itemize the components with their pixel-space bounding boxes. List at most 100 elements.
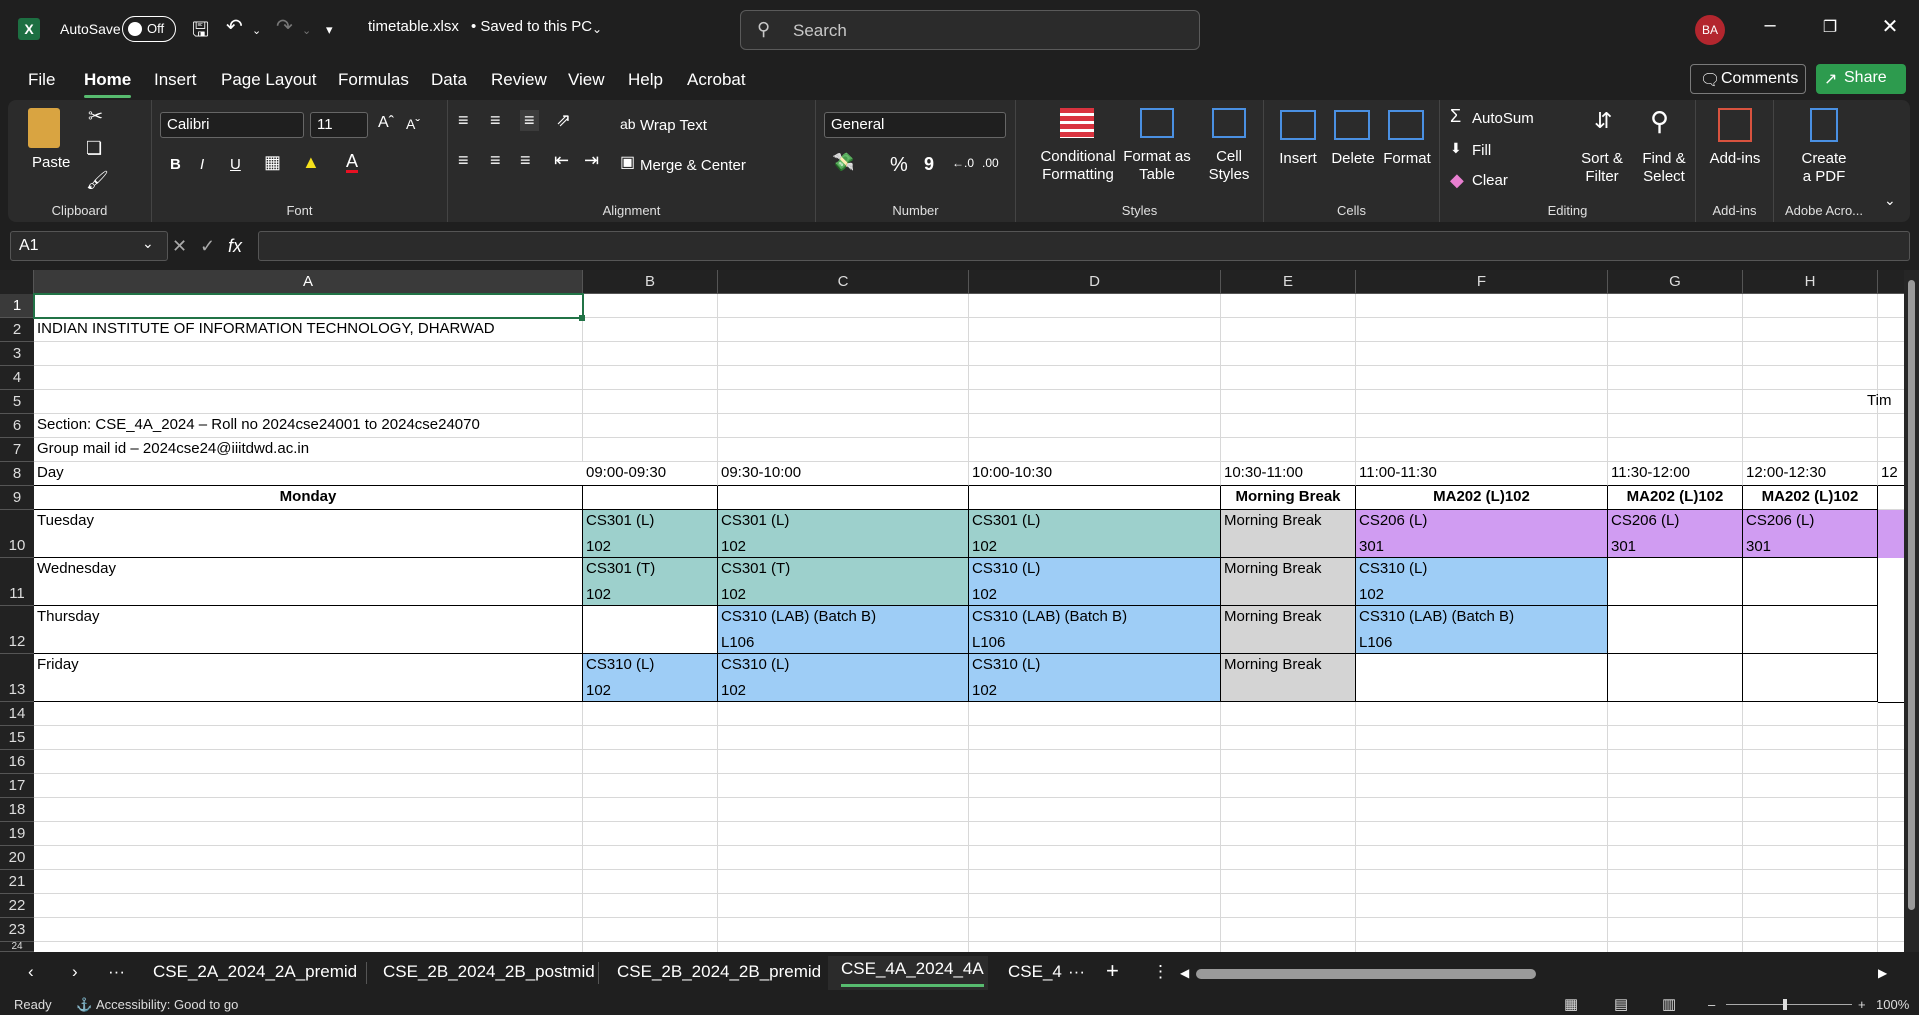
find-select-button[interactable]: Find & <box>1634 150 1694 167</box>
copy-icon[interactable]: ❏ <box>86 138 102 159</box>
cell-f12[interactable]: CS310 (LAB) (Batch B) L106 <box>1356 606 1608 654</box>
align-bottom-icon[interactable]: ≡ <box>520 110 539 131</box>
row-header-8[interactable]: 8 <box>0 462 34 486</box>
tab-more-icon[interactable]: ··· <box>108 962 125 982</box>
menu-data[interactable]: Data <box>431 70 467 90</box>
cell-f8[interactable]: 11:00-11:30 <box>1356 462 1608 486</box>
hscroll-right-icon[interactable]: ▶ <box>1878 966 1887 980</box>
create-pdf-button[interactable]: Create <box>1774 150 1874 167</box>
row-header-16[interactable]: 16 <box>0 750 34 774</box>
cell-b10[interactable]: CS301 (L) 102 <box>583 510 718 558</box>
font-color-icon[interactable]: A <box>346 152 359 173</box>
column-header-c[interactable]: C <box>718 270 969 294</box>
menu-formulas[interactable]: Formulas <box>338 70 409 90</box>
cell-b12[interactable] <box>583 606 718 654</box>
bold-button[interactable]: B <box>170 156 181 173</box>
tab-prev-icon[interactable]: ‹ <box>28 962 34 982</box>
paste-button[interactable]: Paste <box>32 154 70 171</box>
cell-e9[interactable]: Morning Break <box>1221 486 1356 510</box>
chevron-down-icon[interactable]: ⌄ <box>592 22 602 36</box>
accounting-icon[interactable]: 💸 <box>832 152 854 173</box>
row-header-18[interactable]: 18 <box>0 798 34 822</box>
underline-button[interactable]: U <box>230 156 241 173</box>
row-header-10[interactable]: 10 <box>0 510 34 558</box>
select-all-corner[interactable] <box>0 270 34 294</box>
row-header-9[interactable]: 9 <box>0 486 34 510</box>
format-as-table-button[interactable]: Format as <box>1120 148 1194 165</box>
menu-view[interactable]: View <box>568 70 605 90</box>
cell-h13[interactable] <box>1743 654 1878 702</box>
borders-icon[interactable]: ▦ <box>264 152 281 173</box>
cell-d8[interactable]: 10:00-10:30 <box>969 462 1221 486</box>
cell-f9[interactable]: MA202 (L)102 <box>1356 486 1608 510</box>
cell-f13[interactable] <box>1356 654 1608 702</box>
number-format-select[interactable]: General <box>824 112 1006 138</box>
minimize-icon[interactable]: – <box>1750 14 1790 37</box>
cell-g10[interactable]: CS206 (L) 301 <box>1608 510 1743 558</box>
menu-page-layout[interactable]: Page Layout <box>221 70 316 90</box>
fill-button[interactable]: Fill <box>1472 142 1491 159</box>
save-icon[interactable]: 🖫 <box>192 15 209 49</box>
increase-decimal-icon[interactable]: ←.0 <box>952 156 974 170</box>
row-header-5[interactable]: 5 <box>0 390 34 414</box>
share-button[interactable]: ↗ Share <box>1816 64 1906 94</box>
zoom-level[interactable]: 100% <box>1876 997 1909 1012</box>
cell-i10[interactable] <box>1878 510 1904 558</box>
cell-a7[interactable]: Group mail id – 2024cse24@iiitdwd.ac.in <box>34 438 583 462</box>
autosave-toggle[interactable]: Off <box>122 16 176 42</box>
row-header-14[interactable]: 14 <box>0 702 34 726</box>
row-header-13[interactable]: 13 <box>0 654 34 702</box>
cell-g8[interactable]: 11:30-12:00 <box>1608 462 1743 486</box>
cell-c9[interactable] <box>718 486 969 510</box>
zoom-slider[interactable] <box>1726 1004 1852 1005</box>
hscroll-left-icon[interactable]: ◀ <box>1180 966 1189 980</box>
tab-overflow-icon[interactable]: ··· <box>1068 962 1085 982</box>
format-as-table-button-2[interactable]: Table <box>1120 166 1194 183</box>
cell-i5[interactable]: Tim <box>1864 390 1904 414</box>
cell-d11[interactable]: CS310 (L) 102 <box>969 558 1221 606</box>
cell-a6[interactable]: Section: CSE_4A_2024 – Roll no 2024cse24… <box>34 414 583 438</box>
comments-button[interactable]: 🗨 Comments <box>1690 64 1806 94</box>
menu-insert[interactable]: Insert <box>154 70 197 90</box>
cell-styles-button-2[interactable]: Styles <box>1204 166 1254 183</box>
search-box[interactable]: ⚲ Search <box>740 10 1200 50</box>
redo-dropdown-icon[interactable]: ⌄ <box>302 24 311 37</box>
row-header-12[interactable]: 12 <box>0 606 34 654</box>
cell-g9[interactable]: MA202 (L)102 <box>1608 486 1743 510</box>
menu-home[interactable]: Home <box>84 70 132 98</box>
autosum-button[interactable]: AutoSum <box>1472 110 1534 127</box>
delete-button[interactable]: Delete <box>1328 150 1378 167</box>
align-top-icon[interactable]: ≡ <box>458 110 469 131</box>
cell-b9[interactable] <box>583 486 718 510</box>
cell-b13[interactable]: CS310 (L) 102 <box>583 654 718 702</box>
row-header-6[interactable]: 6 <box>0 414 34 438</box>
tab-next-icon[interactable]: › <box>72 962 78 982</box>
column-header-d[interactable]: D <box>969 270 1221 294</box>
ribbon-collapse-icon[interactable]: ⌄ <box>1884 192 1896 209</box>
add-sheet-icon[interactable]: + <box>1106 958 1119 984</box>
decrease-font-icon[interactable]: Aˇ <box>406 116 420 132</box>
sheet-tab-cse-2a-premid[interactable]: CSE_2A_2024_2A_premid <box>153 962 357 982</box>
sheet-tab-cse-4a[interactable]: CSE_4A_2024_4A <box>841 959 984 987</box>
insert-button[interactable]: Insert <box>1274 150 1322 167</box>
align-center-icon[interactable]: ≡ <box>490 150 501 171</box>
cell-e10[interactable]: Morning Break <box>1221 510 1356 558</box>
vertical-scrollbar[interactable] <box>1904 270 1919 952</box>
align-left-icon[interactable]: ≡ <box>458 150 469 171</box>
row-header-21[interactable]: 21 <box>0 870 34 894</box>
cell-g12[interactable] <box>1608 606 1743 654</box>
row-header-19[interactable]: 19 <box>0 822 34 846</box>
cell-d10[interactable]: CS301 (L) 102 <box>969 510 1221 558</box>
addins-button[interactable]: Add-ins <box>1696 150 1774 167</box>
wrap-text-button[interactable]: Wrap Text <box>640 117 707 134</box>
merge-center-button[interactable]: Merge & Center <box>640 157 746 174</box>
cell-g11[interactable] <box>1608 558 1743 606</box>
row-header-3[interactable]: 3 <box>0 342 34 366</box>
cell-c12[interactable]: CS310 (LAB) (Batch B) L106 <box>718 606 969 654</box>
sheet-tab-cse-4[interactable]: CSE_4 <box>1008 962 1062 982</box>
cell-c10[interactable]: CS301 (L) 102 <box>718 510 969 558</box>
clear-button[interactable]: Clear <box>1472 172 1508 189</box>
cell-e8[interactable]: 10:30-11:00 <box>1221 462 1356 486</box>
cell-e11[interactable]: Morning Break <box>1221 558 1356 606</box>
row-header-22[interactable]: 22 <box>0 894 34 918</box>
